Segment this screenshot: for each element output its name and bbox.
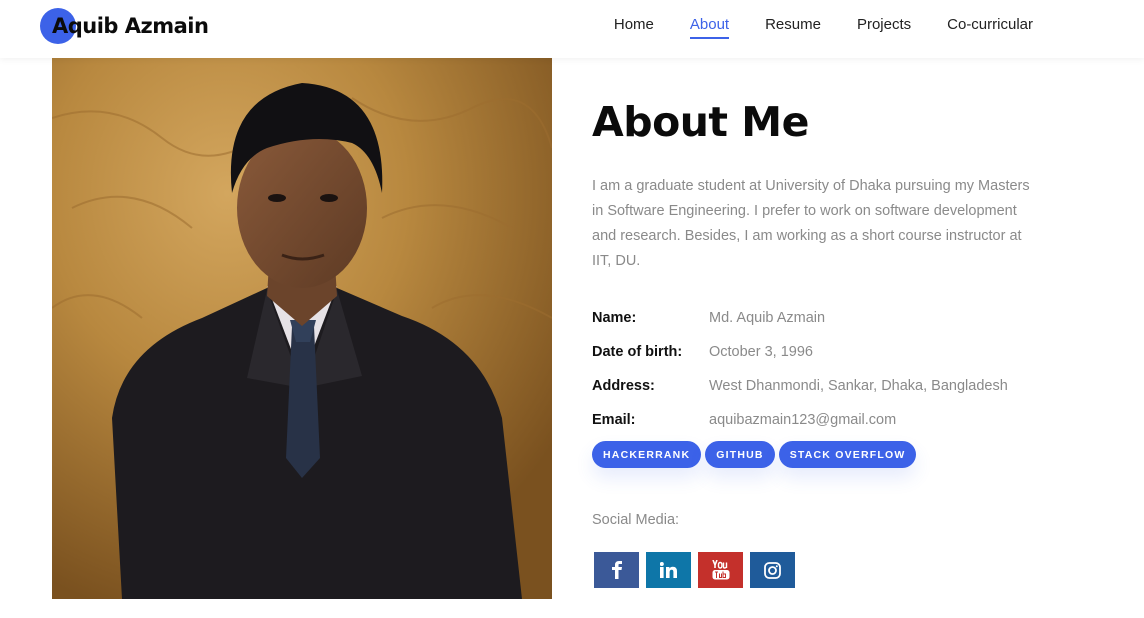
page-title: About Me [592,98,809,146]
info-row-dob: Date of birth: October 3, 1996 [592,335,1092,369]
info-row-address: Address: West Dhanmondi, Sankar, Dhaka, … [592,369,1092,403]
brand-logo[interactable]: Aquib Azmain [40,8,209,44]
social-media-label: Social Media: [592,512,680,528]
nav-projects[interactable]: Projects [857,10,911,39]
youtube-icon [711,560,729,580]
hackerrank-button[interactable]: HACKERRANK [592,441,702,468]
about-section: About Me I am a graduate student at Univ… [592,92,1092,588]
github-button[interactable]: GITHUB [705,441,775,468]
social-links [594,552,1092,588]
info-row-name: Name: Md. Aquib Azmain [592,301,1092,335]
info-label: Email: [592,412,636,428]
facebook-button[interactable] [594,552,639,588]
linkedin-icon [660,562,677,578]
main-nav: Home About Resume Projects Co-curricular [578,0,1033,48]
info-value: Md. Aquib Azmain [709,310,826,326]
nav-co-curricular[interactable]: Co-curricular [947,10,1033,39]
info-label: Name: [592,310,637,326]
stackoverflow-button[interactable]: STACK OVERFLOW [778,441,917,468]
facebook-icon [611,561,622,579]
profile-photo [52,58,552,599]
nav-about[interactable]: About [689,10,730,39]
email-link[interactable]: aquibazmain123@gmail.com [709,412,896,428]
instagram-button[interactable] [750,552,795,588]
nav-home[interactable]: Home [614,10,654,39]
site-header: Aquib Azmain Home About Resume Projects … [0,0,1144,58]
info-value: October 3, 1996 [709,344,813,360]
info-label: Address: [592,378,655,394]
brand-name: Aquib Azmain [52,14,209,38]
info-row-email: Email: aquibazmain123@gmail.com [592,403,1092,437]
info-label: Date of birth: [592,344,683,360]
instagram-icon [764,561,781,579]
linkedin-button[interactable] [646,552,691,588]
intro-paragraph: I am a graduate student at University of… [592,178,1030,269]
profile-links: HACKERRANK GITHUB STACK OVERFLOW [592,441,1092,468]
profile-photo-illustration [52,58,552,599]
info-list: Name: Md. Aquib Azmain Date of birth: Oc… [592,301,1092,437]
youtube-button[interactable] [698,552,743,588]
info-value: West Dhanmondi, Sankar, Dhaka, Banglades… [709,378,1008,394]
nav-resume[interactable]: Resume [765,10,821,39]
